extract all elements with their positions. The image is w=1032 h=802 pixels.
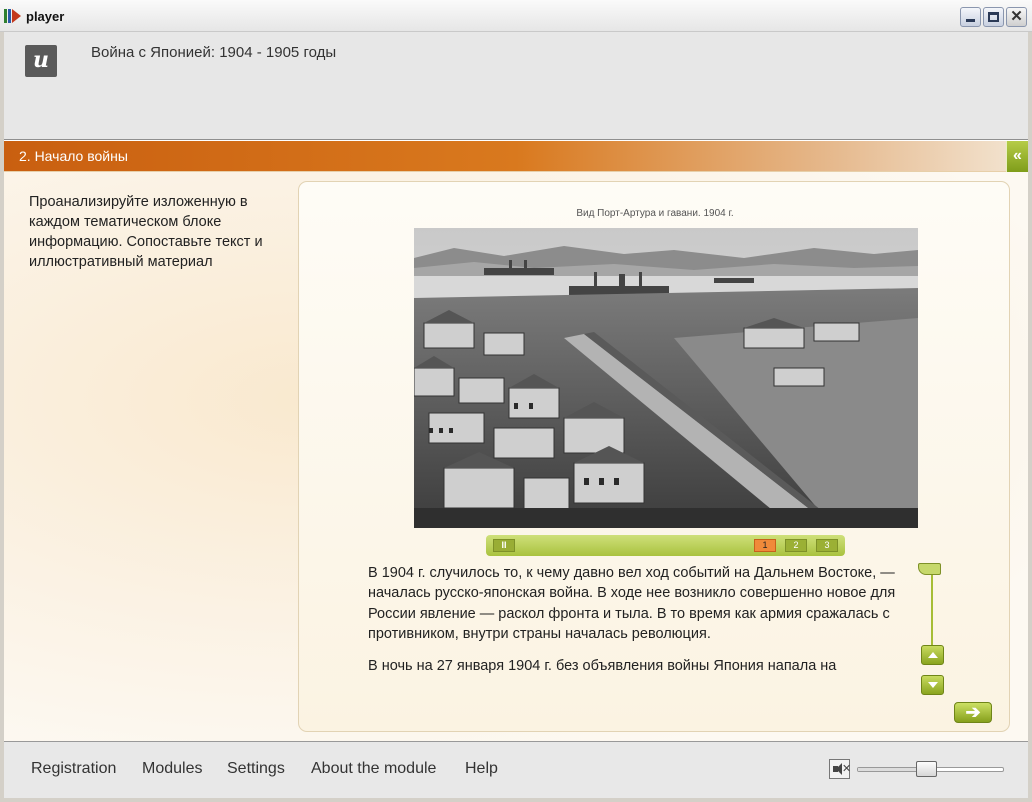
instructions-text: Проанализируйте изложенную в каждом тема… xyxy=(29,194,263,270)
close-icon: ✕ xyxy=(1010,8,1023,25)
course-title: Война с Японией: 1904 - 1905 годы xyxy=(91,44,337,61)
nav-registration-link[interactable]: Registration xyxy=(31,760,116,778)
arrow-down-icon xyxy=(928,682,938,688)
scroll-down-button[interactable] xyxy=(921,675,944,695)
slide-page-2-button[interactable]: 2 xyxy=(785,539,807,552)
next-button[interactable]: ➔ xyxy=(954,702,992,723)
window-title: player xyxy=(26,9,65,24)
publisher-logo: и xyxy=(25,45,57,77)
window-title-bar[interactable]: player ✕ xyxy=(0,0,1032,32)
pause-button[interactable]: II xyxy=(493,539,515,552)
slide-page-3-button[interactable]: 3 xyxy=(816,539,838,552)
section-title: 2. Начало войны xyxy=(19,148,128,164)
paragraph: В ночь на 27 января 1904 г. без объявлен… xyxy=(368,658,837,675)
course-header: и Война с Японией: 1904 - 1905 годы xyxy=(4,32,1028,140)
nav-modules-link[interactable]: Modules xyxy=(142,760,202,778)
collapse-panel-button[interactable]: « xyxy=(1006,141,1028,172)
volume-slider-thumb[interactable] xyxy=(916,761,937,777)
text-scroll-thumb[interactable] xyxy=(918,563,941,575)
slide-panel: Вид Порт-Артура и гавани. 1904 г. II 1 2… xyxy=(298,181,1010,732)
mute-button[interactable]: ✕ xyxy=(829,759,851,779)
maximize-icon xyxy=(988,12,999,22)
nav-help-link[interactable]: Help xyxy=(465,760,498,778)
bottom-navigation: Registration Modules Settings About the … xyxy=(4,741,1028,798)
minimize-button[interactable] xyxy=(960,7,981,27)
nav-about-link[interactable]: About the module xyxy=(311,760,436,778)
minimize-icon xyxy=(966,19,975,22)
historic-photo xyxy=(414,228,918,528)
arrow-up-icon xyxy=(928,652,938,658)
arrow-right-icon: ➔ xyxy=(965,702,981,722)
close-button[interactable]: ✕ xyxy=(1006,7,1027,27)
historic-photo-port-arthur xyxy=(414,228,918,528)
body-text: В 1904 г. случилось то, к чему давно вел… xyxy=(368,563,908,705)
slide-controls: II 1 2 3 xyxy=(486,535,845,556)
double-chevron-left-icon: « xyxy=(1013,147,1022,164)
paragraph: В 1904 г. случилось то, к чему давно вел… xyxy=(368,565,896,642)
photo-caption: Вид Порт-Артура и гавани. 1904 г. xyxy=(576,208,734,219)
slide-page-1-button[interactable]: 1 xyxy=(754,539,776,552)
main-content: Проанализируйте изложенную в каждом тема… xyxy=(4,172,1028,741)
scroll-up-button[interactable] xyxy=(921,645,944,665)
section-bar: 2. Начало войны « xyxy=(4,141,1028,172)
maximize-button[interactable] xyxy=(983,7,1004,27)
text-scroll-track[interactable] xyxy=(931,567,933,653)
player-app-icon xyxy=(4,9,22,23)
nav-settings-link[interactable]: Settings xyxy=(227,760,285,778)
